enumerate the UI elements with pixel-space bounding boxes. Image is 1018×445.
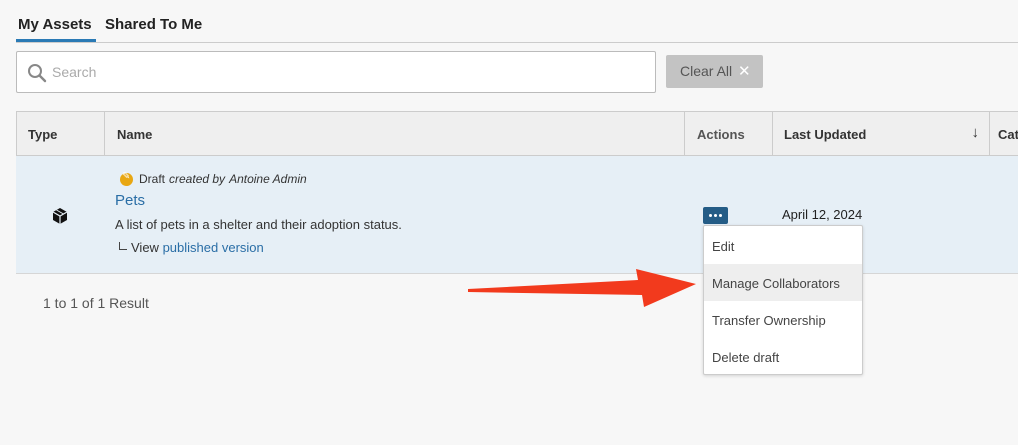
cube-icon xyxy=(52,208,68,224)
more-dot xyxy=(714,214,717,217)
result-count: 1 to 1 of 1 Result xyxy=(43,295,149,311)
tab-shared-to-me[interactable]: Shared To Me xyxy=(105,16,202,33)
view-prefix: View xyxy=(131,240,159,255)
menu-item-transfer-ownership[interactable]: Transfer Ownership xyxy=(704,301,862,338)
tab-bar: My Assets Shared To Me xyxy=(16,0,1018,43)
tab-my-assets[interactable]: My Assets xyxy=(16,16,96,42)
menu-item-manage-collaborators[interactable]: Manage Collaborators xyxy=(704,264,862,301)
pencil-icon xyxy=(120,171,133,186)
more-actions-button[interactable] xyxy=(703,207,728,224)
actions-dropdown-menu: Edit Manage Collaborators Transfer Owner… xyxy=(703,225,863,375)
column-header-actions: Actions xyxy=(684,112,772,155)
clear-all-label: Clear All xyxy=(680,63,733,79)
column-header-last-updated-label: Last Updated xyxy=(784,127,867,142)
assets-table: Type Name Actions Last Updated ↓ Cate Dr… xyxy=(16,111,1018,274)
draft-status: Draft created by Antoine Admin xyxy=(120,171,307,186)
more-dot xyxy=(709,214,712,217)
view-published-line: View published version xyxy=(119,240,264,255)
search-icon xyxy=(28,64,47,83)
column-header-type: Type xyxy=(28,127,58,142)
column-header-category: Cate xyxy=(989,112,1018,155)
menu-item-delete-draft[interactable]: Delete draft xyxy=(704,338,862,375)
search-box xyxy=(16,51,656,93)
asset-description: A list of pets in a shelter and their ad… xyxy=(115,217,402,232)
annotation-arrow xyxy=(468,269,696,307)
table-header: Type Name Actions Last Updated ↓ Cate xyxy=(16,111,1018,156)
assets-page: My Assets Shared To Me Clear All ✕ Type … xyxy=(0,0,1018,445)
menu-item-edit[interactable]: Edit xyxy=(704,227,862,264)
search-input[interactable] xyxy=(52,52,647,92)
column-header-last-updated[interactable]: Last Updated ↓ xyxy=(772,112,989,155)
tree-corner-icon xyxy=(119,242,127,250)
close-icon: ✕ xyxy=(738,63,751,80)
status-label: Draft xyxy=(139,172,166,186)
asset-title-link[interactable]: Pets xyxy=(115,192,145,209)
created-by-name: Antoine Admin xyxy=(229,172,307,186)
published-version-link[interactable]: published version xyxy=(163,240,264,255)
more-dot xyxy=(719,214,722,217)
arrow-down-icon[interactable]: ↓ xyxy=(972,124,980,141)
column-header-name: Name xyxy=(104,112,684,155)
last-updated-value: April 12, 2024 xyxy=(782,207,863,222)
clear-all-button[interactable]: Clear All ✕ xyxy=(666,55,763,88)
created-by-prefix: created by xyxy=(169,172,226,186)
